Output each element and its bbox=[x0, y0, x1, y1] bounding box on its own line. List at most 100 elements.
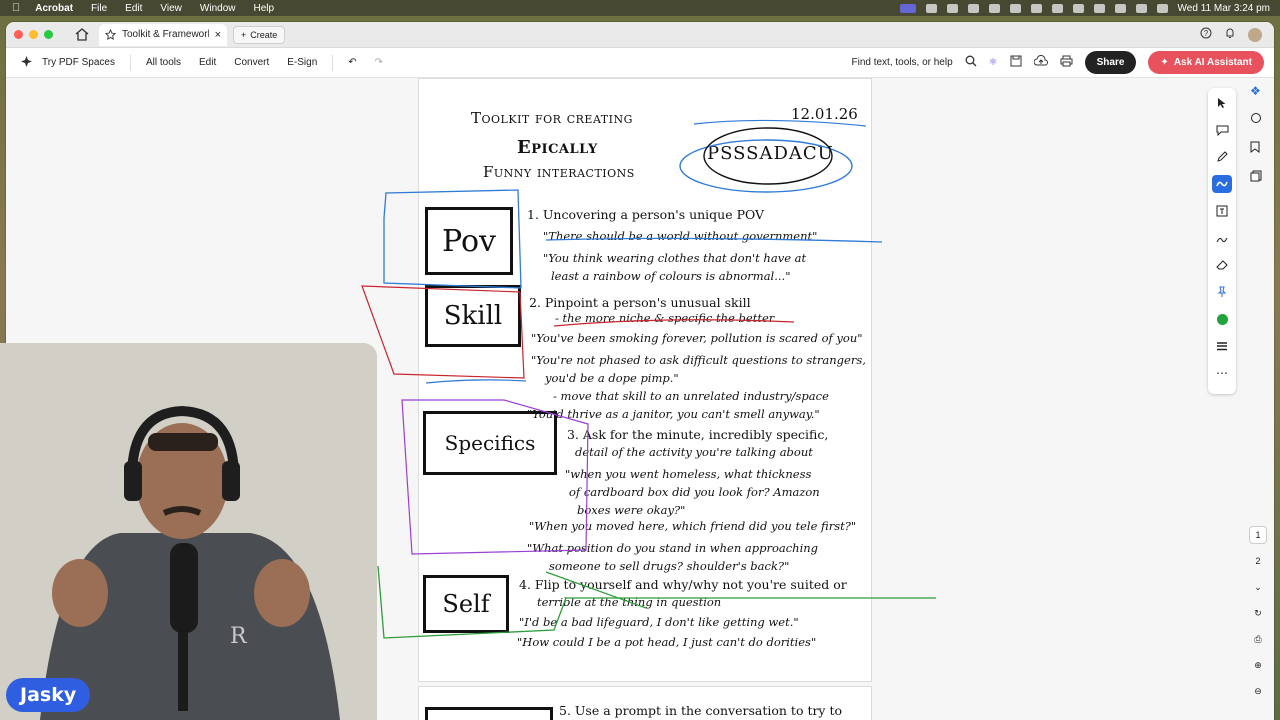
main-toolbar: Try PDF Spaces All tools Edit Convert E-… bbox=[6, 48, 1274, 78]
zoom-in-icon[interactable]: ⊕ bbox=[1249, 656, 1267, 674]
skill-box: Skill bbox=[425, 285, 521, 347]
eraser-icon[interactable] bbox=[1212, 256, 1232, 274]
more-options-icon[interactable]: ⋯ bbox=[1212, 364, 1232, 382]
upload-cloud-icon[interactable] bbox=[1033, 55, 1048, 70]
account-avatar-icon[interactable] bbox=[1248, 27, 1262, 42]
page-date: 12.01.26 bbox=[791, 105, 858, 123]
page-title-line-3: Funny interactions bbox=[483, 163, 635, 181]
acronym-text: PSSSADACU bbox=[707, 143, 834, 164]
self-line-2: terrible at the thing in question bbox=[537, 595, 722, 609]
skill-move-note: - move that skill to an unrelated indust… bbox=[553, 389, 829, 403]
menu-edit[interactable]: Edit bbox=[116, 3, 151, 14]
convert-button[interactable]: Convert bbox=[225, 57, 278, 68]
wifi-icon[interactable] bbox=[1114, 3, 1126, 13]
tray-app-icon[interactable] bbox=[1072, 3, 1084, 13]
menu-file[interactable]: File bbox=[82, 3, 116, 14]
freehand-draw-icon[interactable] bbox=[1212, 175, 1232, 193]
battery-icon[interactable] bbox=[1093, 3, 1105, 13]
timer-icon[interactable] bbox=[1030, 3, 1042, 13]
menu-help[interactable]: Help bbox=[244, 3, 283, 14]
skill-quote-2a: "You're not phased to ask difficult ques… bbox=[531, 353, 866, 367]
try-pdf-spaces-button[interactable]: Try PDF Spaces bbox=[33, 57, 124, 68]
save-icon[interactable] bbox=[1010, 55, 1022, 70]
annotation-tool-rail: ⋯ bbox=[1208, 88, 1236, 394]
microphone bbox=[170, 543, 198, 633]
all-tools-button[interactable]: All tools bbox=[137, 57, 190, 68]
page-number[interactable]: 2 bbox=[1249, 552, 1267, 570]
menu-window[interactable]: Window bbox=[191, 3, 245, 14]
create-tab-button[interactable]: + Create bbox=[233, 25, 286, 44]
minimize-window-button[interactable] bbox=[29, 30, 38, 39]
edit-button[interactable]: Edit bbox=[190, 57, 225, 68]
skill-quote-3: "You'd thrive as a janitor, you can't sm… bbox=[527, 407, 820, 421]
tab-document[interactable]: Toolkit & Framework ... × bbox=[99, 23, 227, 46]
macos-menubar:  Acrobat File Edit View Window Help Wed… bbox=[0, 0, 1280, 16]
pdf-page-1[interactable]: Toolkit for creating Epically Funny inte… bbox=[418, 78, 872, 682]
pov-box: Pov bbox=[425, 207, 513, 275]
page-2-box bbox=[425, 707, 553, 720]
comment-icon[interactable] bbox=[1212, 121, 1232, 139]
zoom-window-button[interactable] bbox=[44, 30, 53, 39]
share-button[interactable]: Share bbox=[1084, 51, 1137, 74]
tray-app-icon[interactable] bbox=[925, 3, 937, 13]
ask-ai-assistant-button[interactable]: ✦ Ask AI Assistant bbox=[1148, 51, 1264, 74]
page-number-current[interactable]: 1 bbox=[1249, 526, 1267, 544]
print-icon[interactable] bbox=[1060, 55, 1073, 70]
pdf-spaces-icon bbox=[20, 55, 33, 71]
text-box-icon[interactable] bbox=[1212, 202, 1232, 220]
pov-quote-2a: "You think wearing clothes that don't ha… bbox=[543, 251, 807, 265]
comments-panel-icon[interactable] bbox=[1250, 112, 1262, 127]
headphone-cup-right bbox=[222, 461, 240, 501]
pages-panel-icon[interactable] bbox=[1250, 170, 1262, 185]
page-title-line-2: Epically bbox=[517, 137, 598, 158]
color-picker-icon[interactable] bbox=[1212, 310, 1232, 328]
rotate-icon[interactable]: ↻ bbox=[1249, 604, 1267, 622]
zoom-out-icon[interactable]: ⊖ bbox=[1249, 682, 1267, 700]
toolbar-divider bbox=[129, 54, 131, 71]
shirt-print: R bbox=[230, 624, 248, 649]
redo-icon[interactable]: ↷ bbox=[366, 57, 392, 68]
chevron-down-icon[interactable]: ⌄ bbox=[1249, 578, 1267, 596]
self-quote-2: "How could I be a pot head, I just can't… bbox=[517, 635, 817, 649]
presenter-hair bbox=[148, 433, 218, 451]
specifics-quote-1a: "when you went homeless, what thickness bbox=[565, 467, 812, 481]
ai-panel-icon[interactable]: ❖ bbox=[1250, 84, 1262, 98]
ai-tools-icon[interactable]: ⚛ bbox=[989, 57, 998, 68]
specifics-quote-3a: "What position do you stand in when appr… bbox=[527, 541, 819, 555]
star-icon[interactable] bbox=[105, 29, 116, 40]
undo-icon[interactable]: ↶ bbox=[339, 57, 365, 68]
sign-icon[interactable] bbox=[1212, 229, 1232, 247]
control-center-icon[interactable] bbox=[1156, 3, 1168, 13]
bookmark-icon[interactable] bbox=[1250, 141, 1262, 156]
plus-icon: + bbox=[241, 29, 247, 40]
highlight-pen-icon[interactable] bbox=[1212, 148, 1232, 166]
menubar-clock[interactable]: Wed 11 Mar 3:24 pm bbox=[1178, 3, 1270, 14]
search-icon[interactable] bbox=[1135, 3, 1147, 13]
menu-view[interactable]: View bbox=[151, 3, 191, 14]
search-icon[interactable] bbox=[965, 55, 977, 70]
bell-icon[interactable] bbox=[1224, 27, 1236, 42]
close-window-button[interactable] bbox=[14, 30, 23, 39]
apple-icon[interactable]:  bbox=[0, 2, 26, 14]
find-tools-input[interactable]: Find text, tools, or help bbox=[851, 57, 952, 68]
tray-app-icon[interactable] bbox=[1009, 3, 1021, 13]
esign-button[interactable]: E-Sign bbox=[278, 57, 326, 68]
screen-record-icon[interactable] bbox=[899, 3, 916, 13]
right-side-panel-icons: ❖ bbox=[1250, 84, 1262, 185]
dropbox-icon[interactable] bbox=[988, 3, 1000, 13]
presenter-video: R bbox=[0, 343, 377, 720]
help-icon[interactable]: ? bbox=[1200, 27, 1212, 42]
home-icon[interactable] bbox=[71, 25, 93, 45]
download-page-icon[interactable]: ⎙ bbox=[1249, 630, 1267, 648]
pin-icon[interactable] bbox=[1212, 283, 1232, 301]
cloud-icon[interactable] bbox=[946, 3, 958, 13]
close-tab-icon[interactable]: × bbox=[215, 29, 221, 41]
tray-app-icon[interactable] bbox=[1051, 3, 1063, 13]
select-cursor-icon[interactable] bbox=[1212, 94, 1232, 112]
pdf-page-2[interactable]: 5. Use a prompt in the conversation to t… bbox=[418, 686, 872, 720]
menu-app-acrobat[interactable]: Acrobat bbox=[26, 3, 82, 14]
skill-subnote: - the more niche & specific the better bbox=[555, 311, 775, 325]
tab-bar: Toolkit & Framework ... × + Create ? bbox=[6, 22, 1274, 48]
vpn-icon[interactable] bbox=[967, 3, 979, 13]
line-weight-icon[interactable] bbox=[1212, 337, 1232, 355]
